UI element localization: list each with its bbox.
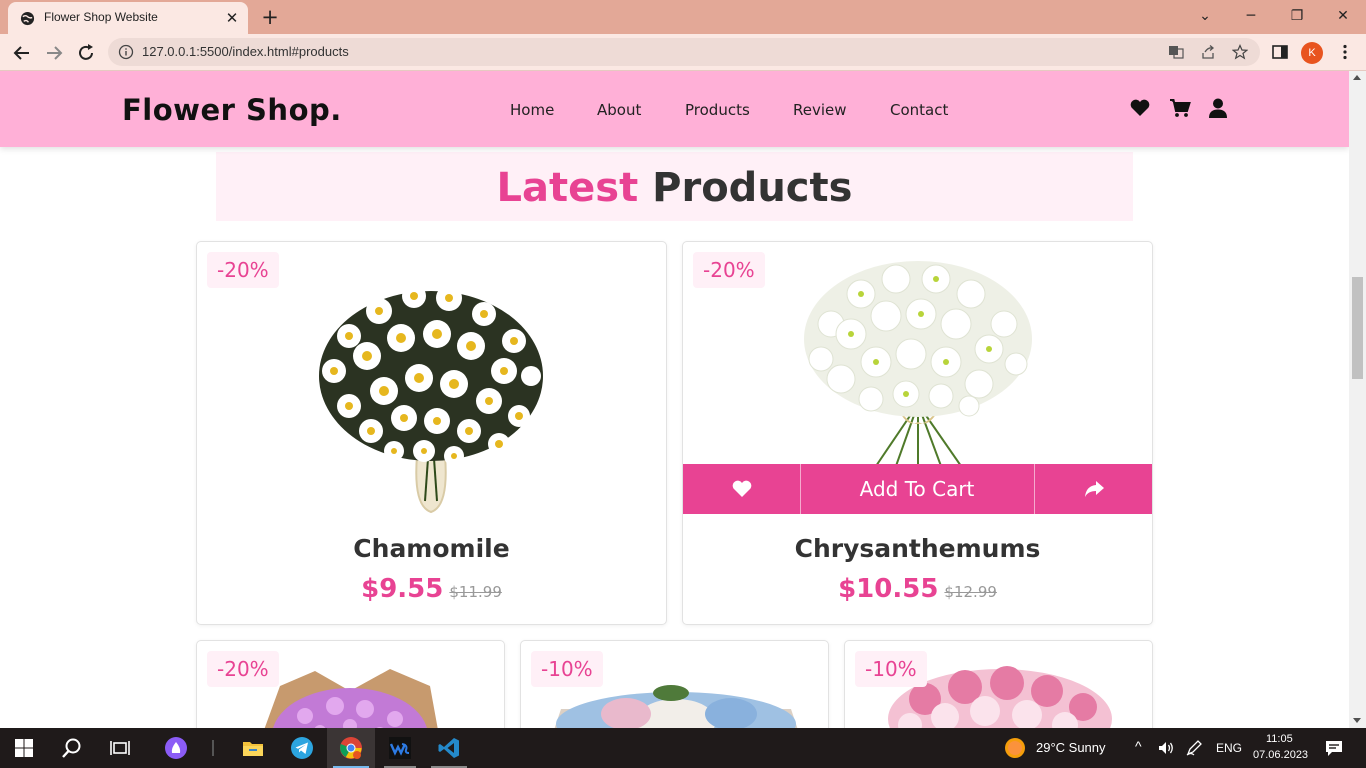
file-explorer-icon[interactable]: [241, 736, 265, 760]
show-hidden-icons-chevron-icon[interactable]: ^: [1135, 738, 1142, 754]
search-icon[interactable]: [60, 736, 84, 760]
nav-link-products[interactable]: Products: [685, 101, 750, 119]
add-to-cart-button[interactable]: Add To Cart: [800, 464, 1035, 514]
sun-weather-icon[interactable]: [1004, 737, 1026, 759]
scroll-down-arrow[interactable]: [1353, 718, 1361, 723]
taskbar-divider: [212, 740, 214, 756]
cart-icon[interactable]: [1169, 97, 1191, 119]
site-info-icon[interactable]: [118, 44, 134, 60]
heading-accent: Latest: [496, 165, 639, 211]
windows-taskbar: 29°C Sunny ^ ENG 11:05 07.06.2023: [0, 728, 1366, 768]
scroll-up-arrow[interactable]: [1353, 75, 1361, 80]
nav-link-home[interactable]: Home: [510, 101, 554, 119]
chamomile-bouquet-image: [319, 284, 543, 514]
product-name: Chamomile: [353, 534, 510, 563]
heading-rest: Products: [652, 165, 853, 211]
close-window-button[interactable]: ✕: [1331, 4, 1355, 28]
vscode-icon[interactable]: [437, 736, 461, 760]
product-card[interactable]: -20% Chamomile $9.55 $11.99: [196, 241, 667, 625]
tab-search-icon[interactable]: ⌄: [1193, 4, 1217, 28]
url-text: 127.0.0.1:5500/index.html#products: [142, 44, 349, 59]
tab-title: Flower Shop Website: [44, 10, 158, 24]
page-viewport: Flower Shop. Home About Products Review …: [0, 71, 1349, 728]
product-name: Chrysanthemums: [794, 534, 1041, 563]
product-old-price: $12.99: [944, 583, 997, 601]
forward-icon[interactable]: [42, 41, 66, 65]
scrollbar-thumb[interactable]: [1352, 277, 1363, 379]
discount-badge: -10%: [855, 651, 927, 687]
discount-badge: -20%: [693, 252, 765, 288]
pen-icon[interactable]: [1185, 739, 1203, 757]
nav-link-contact[interactable]: Contact: [890, 101, 948, 119]
page-scrollbar[interactable]: [1349, 71, 1366, 728]
discount-badge: -10%: [531, 651, 603, 687]
reload-icon[interactable]: [74, 41, 98, 65]
language-indicator[interactable]: ENG: [1216, 741, 1242, 755]
share-icon: [1085, 481, 1104, 497]
tab-close-icon[interactable]: ✕: [224, 10, 240, 26]
browser-menu-icon[interactable]: [1336, 43, 1354, 61]
windows-start-icon[interactable]: [12, 736, 36, 760]
heart-icon[interactable]: [1129, 97, 1151, 119]
product-action-bar: Add To Cart: [683, 464, 1152, 514]
back-icon[interactable]: [10, 41, 34, 65]
notifications-icon[interactable]: [1324, 738, 1344, 758]
new-tab-button[interactable]: +: [259, 6, 281, 28]
product-card[interactable]: -20%: [196, 640, 505, 728]
section-heading: Latest Products: [216, 165, 1133, 211]
price-row: $9.55 $11.99: [197, 574, 666, 604]
webstorm-like-app-icon[interactable]: [388, 736, 412, 760]
share-icon[interactable]: [1200, 44, 1216, 60]
weather-text[interactable]: 29°C Sunny: [1036, 740, 1106, 755]
product-old-price: $11.99: [449, 583, 502, 601]
profile-avatar[interactable]: K: [1301, 42, 1323, 64]
pink-flower-bouquet-image: [264, 669, 438, 728]
heart-icon: [732, 480, 752, 497]
task-view-icon[interactable]: [108, 736, 132, 760]
clock-time[interactable]: 11:05: [1266, 733, 1293, 745]
restore-button[interactable]: ❐: [1285, 4, 1309, 28]
chrome-icon[interactable]: [339, 736, 363, 760]
minimize-button[interactable]: ─: [1239, 4, 1263, 28]
share-button[interactable]: [1035, 464, 1152, 514]
discount-badge: -20%: [207, 651, 279, 687]
globe-icon: [20, 11, 35, 26]
price-row: $10.55 $12.99: [683, 574, 1152, 604]
volume-icon[interactable]: [1157, 739, 1175, 757]
user-icon[interactable]: [1207, 97, 1229, 119]
address-bar[interactable]: 127.0.0.1:5500/index.html#products: [108, 38, 1260, 66]
browser-tab[interactable]: Flower Shop Website ✕: [8, 2, 248, 34]
discount-badge: -20%: [207, 252, 279, 288]
assistant-app-icon[interactable]: [164, 736, 188, 760]
translate-icon[interactable]: [1168, 44, 1184, 60]
product-card[interactable]: -10%: [520, 640, 829, 728]
side-panel-icon[interactable]: [1271, 43, 1289, 61]
wishlist-button[interactable]: [683, 464, 801, 514]
site-header: Flower Shop. Home About Products Review …: [0, 71, 1349, 147]
product-card[interactable]: -20% Add To Cart Chrysanthemums $10.55 $…: [682, 241, 1153, 625]
clock-date[interactable]: 07.06.2023: [1253, 749, 1308, 761]
section-heading-band: Latest Products: [216, 152, 1133, 221]
product-price: $9.55: [361, 574, 444, 604]
telegram-icon[interactable]: [290, 736, 314, 760]
site-logo[interactable]: Flower Shop.: [122, 93, 342, 127]
chrysanthemum-bouquet-image: [804, 261, 1032, 466]
product-price: $10.55: [838, 574, 939, 604]
nav-link-review[interactable]: Review: [793, 101, 847, 119]
bookmark-star-icon[interactable]: [1232, 44, 1248, 60]
browser-tab-strip: Flower Shop Website ✕ + ⌄ ─ ❐ ✕: [0, 0, 1366, 34]
browser-toolbar: 127.0.0.1:5500/index.html#products K: [0, 34, 1366, 71]
product-card[interactable]: -10%: [844, 640, 1153, 728]
nav-link-about[interactable]: About: [597, 101, 641, 119]
